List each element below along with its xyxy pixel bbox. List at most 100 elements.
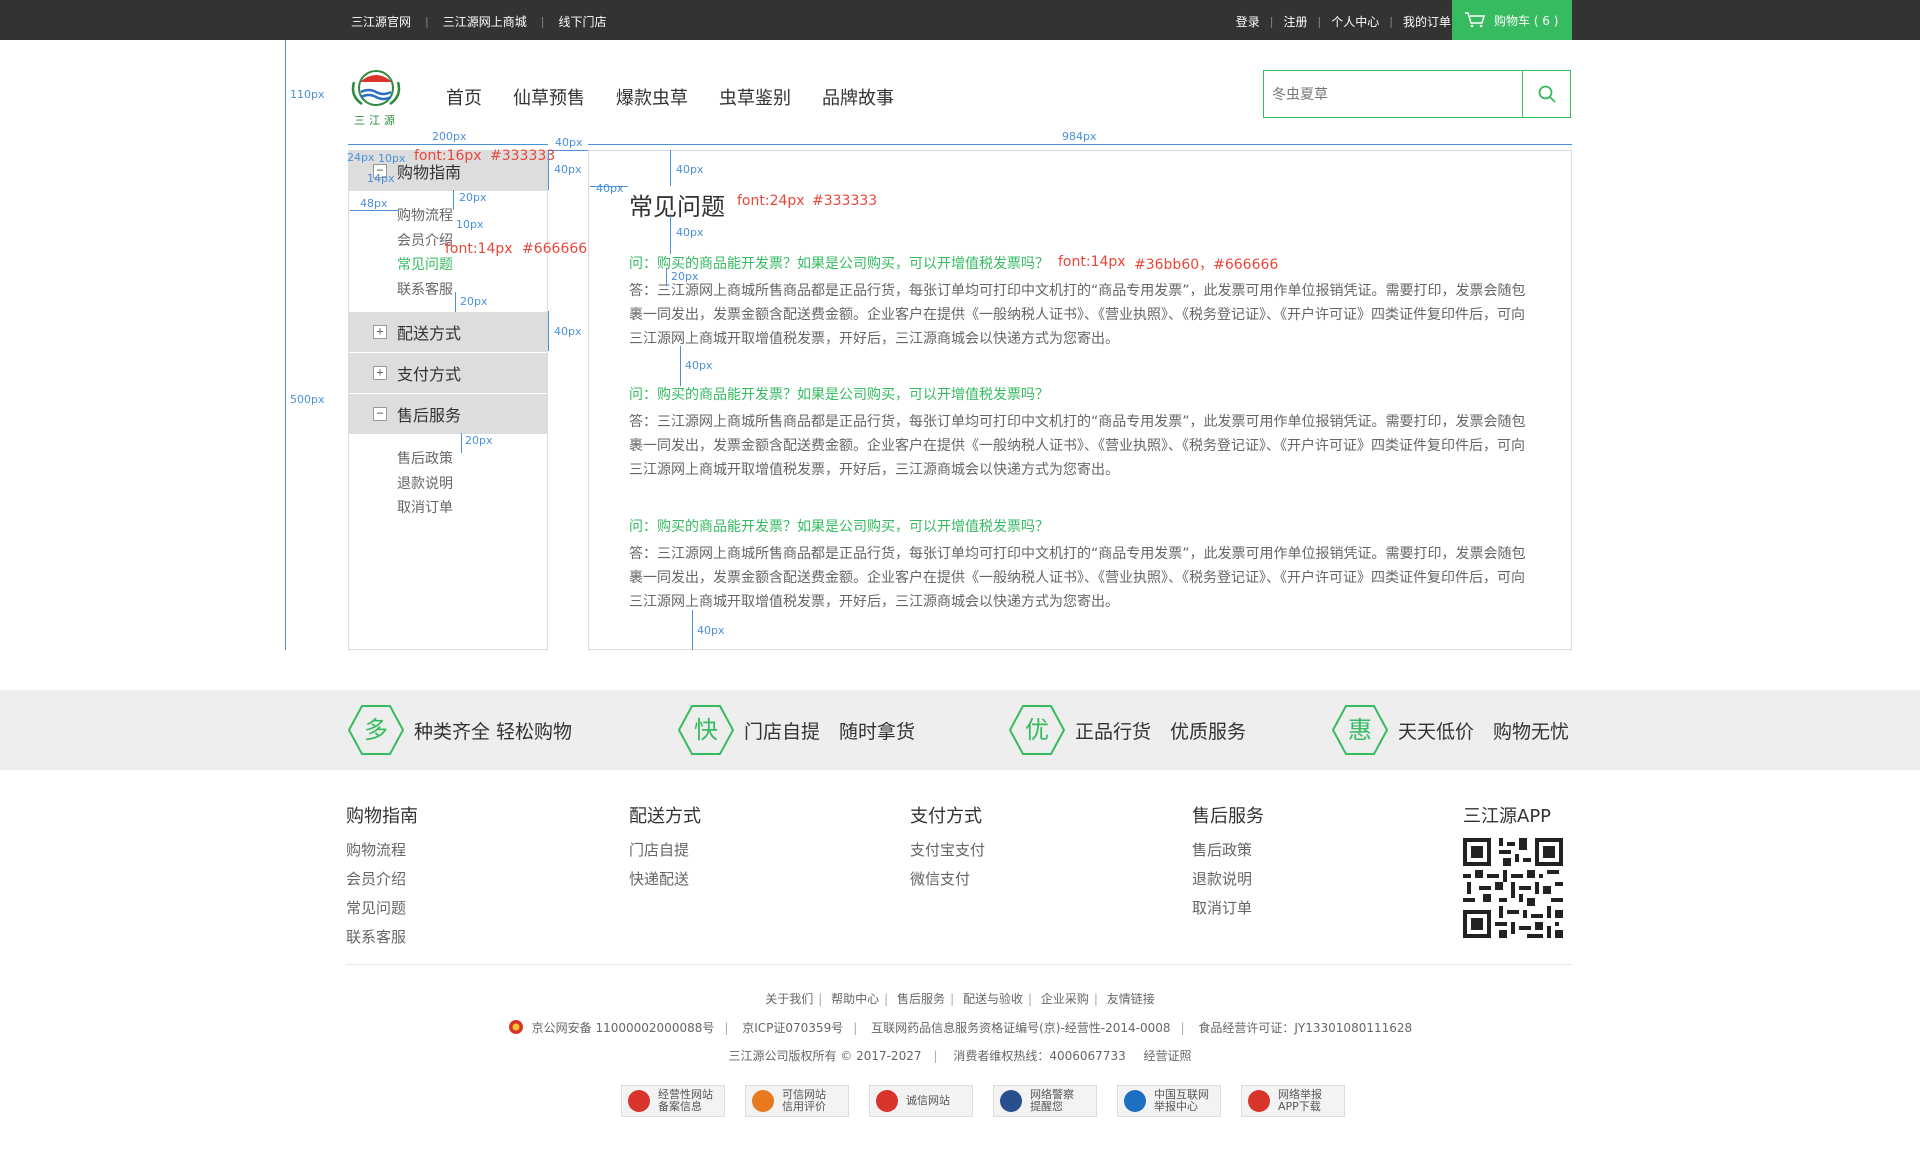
footer-link[interactable]: 会员介绍 [346,865,418,894]
footer-link[interactable]: 常见问题 [346,894,418,923]
logo[interactable]: 三江源 [346,62,406,127]
annotation-40px: 40px [676,226,704,239]
register-link[interactable]: 注册 [1284,13,1308,30]
annotation-line [588,144,1572,145]
sidebar-item-refund[interactable]: 退款说明 [397,473,453,493]
footer-link[interactable]: 取消订单 [1192,894,1264,923]
delivery-inspection-link[interactable]: 配送与验收 [963,992,1023,1006]
footer-column-title: 售后服务 [1192,806,1264,827]
annotation-110px: 110px [290,88,325,101]
sidebar-item-after-sales-policy[interactable]: 售后政策 [397,448,453,468]
after-sales-link[interactable]: 售后服务 [897,992,945,1006]
search-input[interactable] [1264,71,1532,119]
login-link[interactable]: 登录 [1236,13,1260,30]
annotation-40px: 40px [596,182,624,195]
hexagon-icon: 多 [348,705,404,755]
sidebar-section-payment[interactable]: + 支付方式 [349,353,547,393]
sidebar-section-delivery[interactable]: + 配送方式 [349,312,547,352]
collapse-icon[interactable]: − [373,407,387,421]
sidebar-item-cancel-order[interactable]: 取消订单 [397,497,453,517]
cart-button[interactable]: 购物车 ( 6 ) [1452,0,1572,40]
feature-text: 种类齐全 轻松购物 [414,720,573,743]
link-official-site[interactable]: 三江源官网 [351,13,411,30]
annotation-14px: 14px [367,172,395,185]
footer-link[interactable]: 售后政策 [1192,836,1264,865]
footer-column-title: 支付方式 [910,806,982,827]
logo-text: 三江源 [354,114,399,127]
expand-icon[interactable]: + [373,366,387,380]
badge-label: 提醒您 [1030,1100,1063,1113]
footer-link[interactable]: 退款说明 [1192,865,1264,894]
sidebar-section-title: 支付方式 [397,365,462,384]
annotation-color-green-666: #36bb60，#666666 [1134,257,1279,273]
footer-divider [346,964,1572,965]
link-online-mall[interactable]: 三江源网上商城 [443,13,527,30]
badge-trusted-website[interactable]: 可信网站 信用评价 [745,1085,849,1117]
drug-info-license[interactable]: 互联网药品信息服务资格证编号(京)-经营性-2014-0008 [871,1021,1170,1035]
link-offline-store[interactable]: 线下门店 [558,13,606,30]
annotation-font-24: font:24px [737,193,805,209]
icp-license[interactable]: 京ICP证070359号 [742,1021,843,1035]
annotation-line [548,150,549,190]
license-info: 京公网安备 11000002000088号 | 京ICP证070359号 | 互联网… [0,1019,1920,1036]
footer-link[interactable]: 联系客服 [346,923,418,952]
expand-icon[interactable]: + [373,325,387,339]
footer-link[interactable]: 支付宝支付 [910,836,985,865]
footer-link[interactable]: 购物流程 [346,836,418,865]
user-center-link[interactable]: 个人中心 [1331,13,1379,30]
hexagon-icon: 优 [1009,705,1065,755]
enterprise-purchase-link[interactable]: 企业采购 [1041,992,1089,1006]
qr-code-icon [1463,838,1563,938]
food-license[interactable]: 食品经营许可证：JY13301080111628 [1198,1021,1412,1035]
badge-report-app[interactable]: 网络举报 APP下载 [1241,1085,1345,1117]
nav-hot-cordyceps[interactable]: 爆款虫草 [616,84,688,110]
annotation-color-333: #333333 [490,148,556,164]
annotation-line [348,144,548,145]
help-center-link[interactable]: 帮助中心 [831,992,879,1006]
footer-app-title: 三江源APP [1463,806,1552,827]
badge-report-center[interactable]: 中国互联网 举报中心 [1117,1085,1221,1117]
footer-link[interactable]: 微信支付 [910,865,985,894]
search-button[interactable] [1522,71,1570,117]
annotation-line [670,150,671,186]
badge-business-website[interactable]: 经营性网站 备案信息 [621,1085,725,1117]
annotation-40px: 40px [685,359,713,372]
separator: | [1317,15,1322,28]
badge-integrity-website[interactable]: 诚信网站 [869,1085,973,1117]
business-license-link[interactable]: 经营证照 [1144,1049,1192,1063]
separator: | [884,992,889,1006]
annotation-20px: 20px [671,270,699,283]
svg-text:快: 快 [694,716,718,744]
feature-text: 天天低价 购物无忧 [1398,720,1570,743]
features-band: 多 种类齐全 轻松购物 快 门店自提 随时拿货 优 正品行货 优质服务 惠 天天… [0,690,1920,770]
nav-brand-story[interactable]: 品牌故事 [822,84,894,110]
footer-link[interactable]: 快递配送 [629,865,701,894]
friend-links-link[interactable]: 友情链接 [1107,992,1155,1006]
about-us-link[interactable]: 关于我们 [765,992,813,1006]
copyright-text: 三江源公司版权所有 © 2017-2027 [728,1049,922,1063]
sidebar-section-after-sales[interactable]: − 售后服务 [349,394,547,434]
nav-presale[interactable]: 仙草预售 [513,84,585,110]
annotation-24px: 24px [347,151,375,164]
sidebar-item-shopping-process[interactable]: 购物流程 [397,205,453,225]
badge-cyber-police[interactable]: 网络警察 提醒您 [993,1085,1097,1117]
copyright-line: 三江源公司版权所有 © 2017-2027 | 消费者维权热线：400606773… [0,1047,1920,1064]
sidebar-item-faq[interactable]: 常见问题 [397,254,453,274]
footer-link[interactable]: 门店自提 [629,836,701,865]
annotation-10px: 10px [456,218,484,231]
badge-label: 诚信网站 [906,1094,950,1107]
feature-item: 快 门店自提 随时拿货 [678,704,915,756]
nav-home[interactable]: 首页 [446,84,482,110]
nav-identification[interactable]: 虫草鉴别 [719,84,791,110]
annotation-font-16: font:16px [414,148,482,164]
public-security-record[interactable]: 京公网安备 11000002000088号 [532,1021,715,1035]
sidebar-section-title: 售后服务 [397,406,462,425]
annotation-color-333: #333333 [812,193,878,209]
sidebar-item-customer-service[interactable]: 联系客服 [397,279,453,299]
annotation-line [455,292,456,312]
my-orders-link[interactable]: 我的订单 [1403,13,1451,30]
hexagon-icon: 快 [678,705,734,755]
cart-label: 购物车 ( 6 ) [1494,13,1559,28]
download-icon [1248,1090,1270,1112]
separator: | [853,1021,858,1035]
